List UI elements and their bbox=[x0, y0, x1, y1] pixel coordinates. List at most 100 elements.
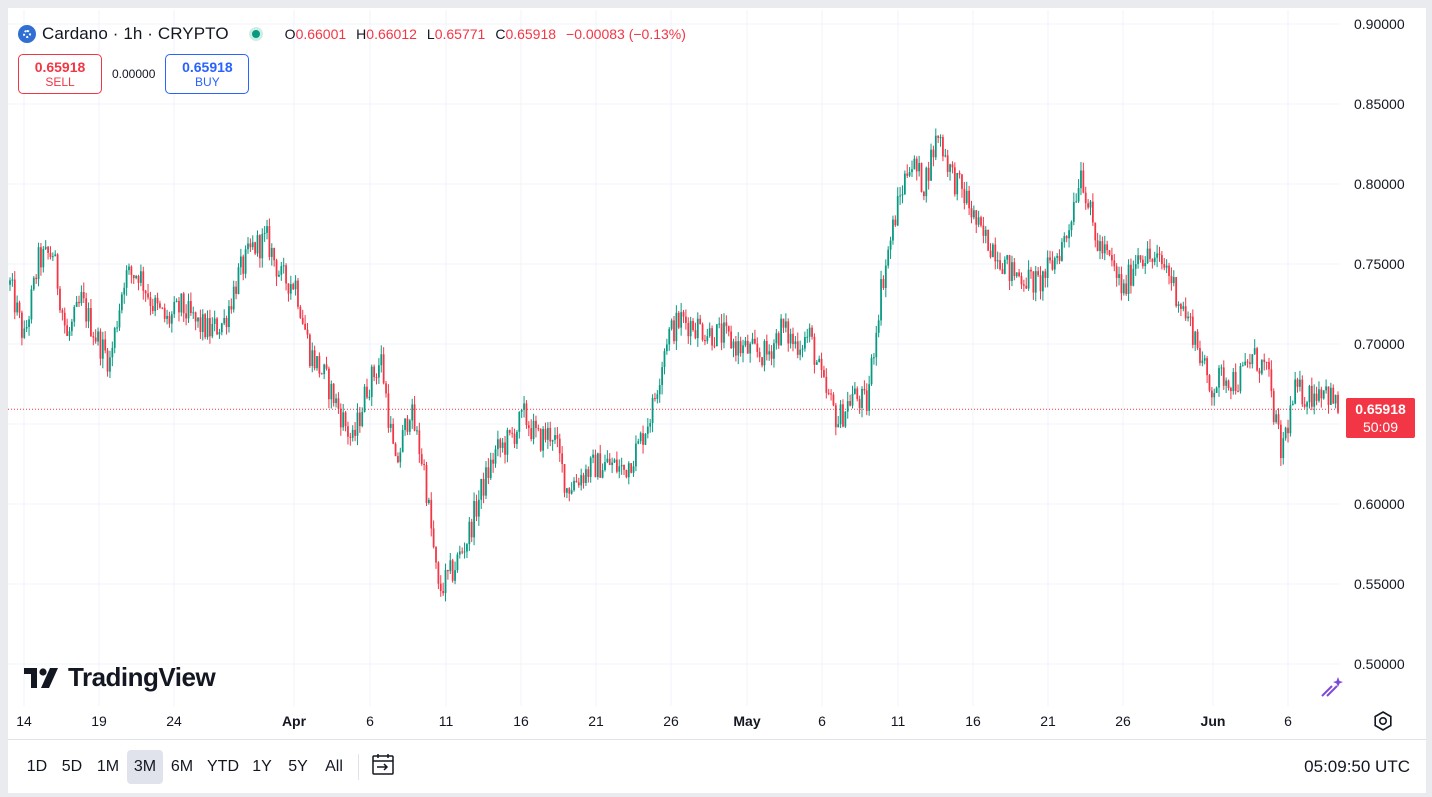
candle bbox=[868, 375, 871, 416]
candle bbox=[761, 356, 763, 368]
candle bbox=[1322, 390, 1325, 400]
range-button-3m[interactable]: 3M bbox=[127, 750, 163, 784]
candle bbox=[739, 336, 742, 357]
candle bbox=[197, 317, 199, 328]
price-tick-label: 0.75000 bbox=[1354, 256, 1405, 272]
candle bbox=[718, 317, 721, 329]
candle bbox=[556, 426, 559, 448]
time-tick-label: 11 bbox=[891, 713, 906, 729]
range-button-5d[interactable]: 5D bbox=[57, 750, 87, 784]
candle bbox=[1022, 279, 1025, 292]
candle bbox=[1056, 253, 1059, 265]
candle bbox=[1327, 386, 1330, 414]
price-tick-label: 0.50000 bbox=[1354, 656, 1405, 672]
sell-button[interactable]: 0.65918 SELL bbox=[18, 54, 102, 94]
candle bbox=[889, 236, 892, 259]
candle bbox=[639, 431, 642, 445]
time-tick-label: 21 bbox=[1040, 713, 1056, 729]
candle bbox=[532, 413, 535, 445]
range-button-ytd[interactable]: YTD bbox=[201, 750, 245, 784]
candle bbox=[504, 435, 506, 464]
candle bbox=[1080, 161, 1082, 196]
candle bbox=[1041, 270, 1044, 301]
symbol-title[interactable]: Cardano · 1h · CRYPTO bbox=[42, 24, 229, 44]
candle bbox=[1008, 254, 1011, 291]
candle bbox=[851, 385, 854, 409]
candle bbox=[620, 457, 623, 475]
sparkle-icon[interactable] bbox=[1318, 674, 1344, 700]
candle bbox=[477, 490, 480, 526]
candle bbox=[59, 285, 61, 313]
range-button-5y[interactable]: 5Y bbox=[283, 750, 313, 784]
candle bbox=[649, 418, 652, 433]
candle bbox=[21, 310, 23, 346]
candle bbox=[32, 276, 35, 291]
utc-clock[interactable]: 05:09:50 UTC bbox=[1304, 750, 1410, 784]
candle bbox=[808, 323, 811, 343]
candle bbox=[570, 482, 573, 495]
candle bbox=[301, 309, 304, 325]
candle bbox=[618, 459, 621, 479]
time-tick-label: 21 bbox=[588, 713, 604, 729]
candle bbox=[151, 298, 154, 315]
candle bbox=[1308, 384, 1311, 409]
candle bbox=[475, 494, 478, 522]
candle bbox=[1277, 408, 1280, 430]
candle bbox=[1013, 258, 1016, 281]
market-open-dot-icon[interactable] bbox=[248, 27, 263, 41]
range-button-all[interactable]: All bbox=[317, 750, 351, 784]
range-button-6m[interactable]: 6M bbox=[165, 750, 199, 784]
candle bbox=[792, 327, 794, 352]
candle bbox=[596, 452, 599, 480]
candle bbox=[18, 300, 21, 319]
candle bbox=[1015, 272, 1018, 278]
candle bbox=[1310, 377, 1313, 411]
candle bbox=[1210, 386, 1213, 406]
candle bbox=[1044, 268, 1047, 288]
candle bbox=[585, 464, 587, 486]
candle bbox=[404, 418, 406, 436]
candle bbox=[730, 325, 733, 349]
axis-settings-icon[interactable] bbox=[1372, 710, 1394, 732]
candle bbox=[606, 450, 609, 464]
logo-text: TradingView bbox=[68, 662, 216, 692]
candle bbox=[332, 382, 335, 407]
candle bbox=[320, 372, 323, 375]
candle bbox=[1115, 263, 1118, 287]
candle bbox=[1194, 330, 1197, 351]
candle bbox=[123, 282, 126, 304]
candlestick-series bbox=[9, 128, 1339, 602]
candle bbox=[1282, 431, 1285, 465]
candle bbox=[99, 328, 102, 366]
candle bbox=[551, 439, 554, 451]
candle bbox=[377, 358, 380, 384]
range-button-1y[interactable]: 1Y bbox=[248, 750, 276, 784]
candle bbox=[899, 186, 901, 205]
tradingview-logo[interactable]: TradingView bbox=[22, 662, 216, 693]
candle bbox=[511, 427, 514, 438]
candle bbox=[1208, 374, 1211, 393]
candle bbox=[1177, 301, 1180, 313]
candle bbox=[661, 361, 663, 395]
time-tick-label: Jun bbox=[1201, 713, 1226, 729]
time-tick-label: Apr bbox=[282, 713, 307, 729]
candle bbox=[304, 315, 307, 331]
candle bbox=[166, 309, 168, 325]
candle bbox=[1065, 235, 1068, 243]
candle bbox=[715, 324, 718, 347]
candle bbox=[432, 520, 435, 549]
close-value: 0.65918 bbox=[505, 26, 557, 42]
candle bbox=[701, 322, 704, 342]
candle bbox=[249, 238, 252, 253]
time-tick-label: 26 bbox=[1115, 713, 1131, 729]
candle bbox=[999, 252, 1001, 271]
candle bbox=[385, 380, 387, 398]
buy-button[interactable]: 0.65918 BUY bbox=[165, 54, 250, 94]
range-button-1d[interactable]: 1D bbox=[22, 750, 52, 784]
candle bbox=[865, 383, 868, 416]
candle bbox=[9, 277, 11, 291]
go-to-date-icon[interactable] bbox=[370, 752, 396, 778]
candle bbox=[1260, 359, 1263, 376]
candle bbox=[263, 225, 266, 242]
range-button-1m[interactable]: 1M bbox=[92, 750, 124, 784]
